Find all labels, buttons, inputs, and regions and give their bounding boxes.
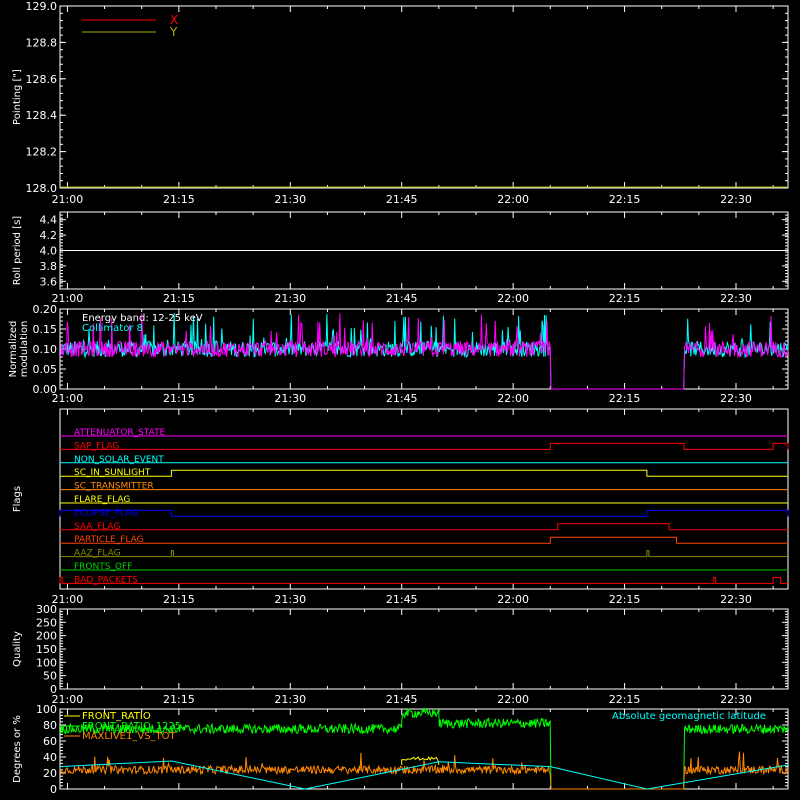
y-tick-label: 200 (36, 630, 57, 643)
y-tick-label: 60 (43, 735, 57, 748)
y-tick-label: 0.00 (33, 383, 58, 396)
y-axis-label: Roll period [s] (12, 216, 23, 285)
y-tick-label: 0 (50, 683, 57, 696)
front-ratio-series (401, 755, 440, 766)
chart-annotation: Collimator 8 (82, 323, 143, 334)
y-tick-label: 0 (50, 783, 57, 796)
x-tick-label: 22:15 (609, 193, 641, 206)
y-tick-label: 100 (36, 656, 57, 669)
x-tick-label: 21:45 (386, 693, 418, 706)
flag-trace (60, 550, 788, 558)
x-tick-label: 21:30 (274, 193, 306, 206)
y-tick-label: 0.20 (33, 303, 58, 316)
x-tick-label: 21:45 (386, 593, 418, 606)
x-tick-label: 21:45 (386, 392, 418, 405)
x-tick-label: 22:15 (609, 392, 641, 405)
flag-trace (60, 536, 788, 544)
x-tick-label: 21:15 (163, 593, 195, 606)
y-tick-label: 128.8 (26, 36, 58, 49)
x-tick-label: 22:00 (497, 193, 529, 206)
right-legend-label: Absolute geomagnetic latitude (612, 711, 766, 722)
y-tick-label: 3.6 (40, 275, 58, 288)
x-tick-label: 21:15 (163, 292, 195, 305)
panel-6: Degrees or %020406080100FRONT_RATIOFRONT… (12, 703, 789, 796)
x-tick-label: 22:30 (720, 292, 752, 305)
x-tick-label: 22:15 (609, 593, 641, 606)
x-tick-label: 21:30 (274, 392, 306, 405)
y-axis-label: Quality (12, 631, 23, 667)
y-tick-label: 128.4 (26, 109, 58, 122)
x-tick-label: 22:00 (497, 593, 529, 606)
y-tick-label: 20 (43, 767, 57, 780)
y-tick-label: 128.2 (26, 146, 58, 159)
x-tick-label: 22:30 (720, 593, 752, 606)
panel-3: 21:00 21:15 21:30 21:45 22:00 22:15 22:30Norma… (8, 303, 789, 405)
y-tick-label: 150 (36, 643, 57, 656)
y-tick-label: 0.10 (33, 343, 58, 356)
x-tick-label: 21:30 (274, 292, 306, 305)
plot-frame (59, 608, 789, 690)
y-axis-label: modulation (19, 321, 30, 378)
flag-trace (59, 509, 789, 517)
y-tick-label: 50 (43, 670, 57, 683)
x-tick-label: 22:15 (609, 693, 641, 706)
panel-4: 21:00 21:15 21:30 21:45 22:00 22:15 22:30Flags… (12, 408, 789, 606)
x-tick-label: 22:00 (497, 693, 529, 706)
x-tick-label: 22:00 (497, 292, 529, 305)
flag-trace (60, 442, 789, 450)
y-tick-label: 0.05 (33, 363, 58, 376)
panel-2: 21:00 21:15 21:30 21:45 22:00 22:15 22:30Roll … (12, 211, 789, 305)
y-tick-label: 100 (36, 703, 57, 716)
flag-trace (60, 469, 788, 477)
x-tick-label: 22:30 (720, 392, 752, 405)
y-tick-label: 0.15 (33, 323, 58, 336)
panel-5: 21:00 21:15 21:30 21:45 22:00 22:15 22:30Quali… (12, 603, 789, 706)
y-tick-label: 80 (43, 719, 57, 732)
y-tick-label: 3.8 (40, 260, 58, 273)
x-tick-label: 21:15 (163, 392, 195, 405)
y-tick-label: 129.0 (26, 0, 58, 13)
y-axis-label: Flags (12, 486, 23, 512)
modulation-series (59, 313, 789, 390)
x-tick-label: 21:15 (163, 193, 195, 206)
x-tick-label: 22:00 (497, 392, 529, 405)
y-tick-label: 128.6 (26, 73, 58, 86)
x-tick-label: 22:30 (720, 193, 752, 206)
y-tick-label: 128.0 (26, 182, 58, 195)
y-axis-label: Normalized (8, 321, 19, 378)
legend-label: Y (169, 25, 178, 39)
x-tick-label: 21:15 (163, 693, 195, 706)
y-tick-label: 40 (43, 751, 57, 764)
x-tick-label: 21:45 (386, 292, 418, 305)
panel-1: 21:00 21:15 21:30 21:45 22:00 22:15 22:30Point… (12, 0, 789, 206)
flag-trace (60, 523, 788, 531)
y-tick-label: 4.0 (40, 245, 58, 258)
hessi-observing-summary-charts: 21:00 21:15 21:30 21:45 22:00 22:15 22:30Point… (8, 0, 789, 796)
x-tick-label: 22:30 (720, 693, 752, 706)
flag-trace (59, 576, 788, 584)
x-tick-label: 21:30 (274, 593, 306, 606)
y-axis-label: Pointing ["] (12, 69, 23, 125)
x-tick-label: 21:45 (386, 193, 418, 206)
legend-label: MAXLIVE1_VS_TOT (82, 731, 177, 742)
y-axis-label: Degrees or % (12, 715, 23, 783)
y-tick-label: 300 (36, 603, 57, 616)
x-tick-label: 21:30 (274, 693, 306, 706)
y-tick-label: 4.2 (40, 229, 58, 242)
x-tick-label: 22:15 (609, 292, 641, 305)
y-tick-label: 250 (36, 616, 57, 629)
y-tick-label: 4.4 (40, 214, 58, 227)
